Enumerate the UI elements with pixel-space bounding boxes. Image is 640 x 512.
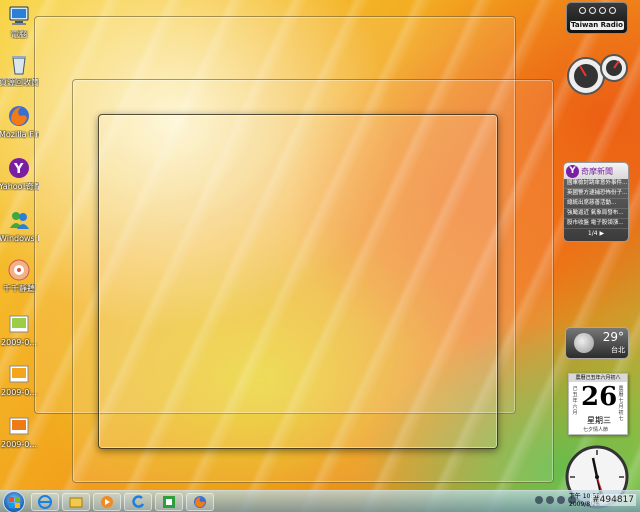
news-title: 奇摩新聞 [581, 166, 613, 176]
help-icon[interactable] [546, 496, 554, 504]
calendar-left-note: 己丑年 六月 [572, 386, 578, 416]
desktop-icon-image-file-2[interactable]: 2009-0... [0, 362, 38, 397]
image-file-icon [7, 312, 31, 336]
taskbar-firefox-button[interactable] [186, 493, 214, 511]
weather-city: 台北 [611, 346, 625, 354]
yahoo-widget-icon: Y [7, 156, 31, 180]
watermark: #494817 [590, 494, 636, 506]
taskbar-ie-button[interactable] [31, 493, 59, 511]
green-app-icon [163, 496, 175, 508]
taskbar-green-app-button[interactable] [155, 493, 183, 511]
calendar-weekday: 星期三 [587, 416, 611, 425]
yahoo-logo-icon: Y [566, 164, 579, 178]
windows-logo-icon [9, 497, 20, 508]
cpu-meter-gadget[interactable] [566, 52, 632, 96]
radio-gadget[interactable]: Taiwan Radio [566, 2, 628, 34]
calendar-gadget[interactable]: 農曆己丑年六月初八 己丑年 六月 26 農曆七月初七 星期三 七夕情人節 [568, 373, 628, 435]
news-item[interactable]: 股市收盤 電子股領漲... [564, 219, 628, 229]
radio-controls [567, 7, 627, 14]
taskbar-media-player-button[interactable] [93, 493, 121, 511]
image-file-icon [7, 414, 31, 438]
taskbar-explorer-button[interactable] [62, 493, 90, 511]
news-item[interactable]: 強颱逼近 氣象局發布... [564, 209, 628, 219]
network-icon[interactable] [557, 496, 565, 504]
desktop-icon-label: 2009-0... [1, 440, 37, 449]
taskbar: 下午 10:58 2009/8/26 [0, 490, 640, 512]
cpu-meter-icon [567, 54, 628, 95]
radio-station-name: Taiwan Radio [570, 21, 624, 30]
internet-explorer-icon [38, 495, 52, 509]
news-pager[interactable]: 1/4 ▶ [564, 229, 628, 239]
desktop-icon-yahoo-widget[interactable]: Y Yahoo!奇摩 Widget [0, 156, 39, 191]
weather-gadget[interactable]: 29° 台北 [565, 327, 629, 359]
desktop-icon-ttplayer[interactable]: 千千靜聽 [0, 258, 38, 293]
desktop-icon-recycle-bin[interactable]: 資源回收筒 [0, 52, 39, 87]
recycle-bin-icon [7, 52, 31, 76]
start-button[interactable] [3, 491, 25, 512]
radio-button-icon[interactable] [608, 7, 616, 14]
messenger-icon [7, 208, 31, 232]
calendar-header: 農曆己丑年六月初八 [569, 374, 627, 382]
computer-icon [7, 4, 31, 28]
yahoo-news-gadget[interactable]: Y 奇摩新聞 國軍檢討跳傘意外事件... 英國警方逮捕恐怖份子... 總統出席慈… [563, 162, 629, 242]
music-player-icon [7, 258, 31, 282]
news-item[interactable]: 英國警方逮捕恐怖份子... [564, 189, 628, 199]
desktop-icon-firefox[interactable]: Mozilla Firefox [0, 104, 39, 139]
flip3d-window-front[interactable] [98, 114, 498, 449]
news-header: Y 奇摩新聞 [564, 163, 628, 179]
desktop-icon-image-file-1[interactable]: 2009-0... [0, 312, 38, 347]
calendar-day: 26 [581, 382, 618, 412]
desktop-icon-image-file-3[interactable]: 2009-0... [0, 414, 38, 449]
desktop-icon-computer[interactable]: 電腦 [0, 4, 38, 39]
svg-text:Y: Y [13, 162, 24, 177]
taskbar-app-button[interactable] [124, 493, 152, 511]
news-item[interactable]: 總統出席慈善活動... [564, 199, 628, 209]
image-file-icon [7, 362, 31, 386]
calendar-right-note: 農曆七月初七 [618, 386, 624, 422]
moon-icon [574, 333, 594, 353]
radio-button-icon[interactable] [598, 7, 606, 14]
firefox-icon [7, 104, 31, 128]
folder-icon [69, 497, 83, 508]
firefox-icon [194, 496, 206, 508]
news-item[interactable]: 國軍檢討跳傘意外事件... [564, 179, 628, 189]
tray-icon[interactable] [535, 496, 543, 504]
radio-button-icon[interactable] [578, 7, 586, 14]
calendar-lunar-note: 七夕情人節 [583, 427, 609, 433]
weather-temperature: 29° [602, 330, 624, 344]
media-player-icon [101, 496, 113, 508]
desktop-icon-windows-live-messenger[interactable]: Windows Live Me... [0, 208, 39, 243]
app-icon [132, 495, 145, 508]
radio-button-icon[interactable] [588, 7, 596, 14]
